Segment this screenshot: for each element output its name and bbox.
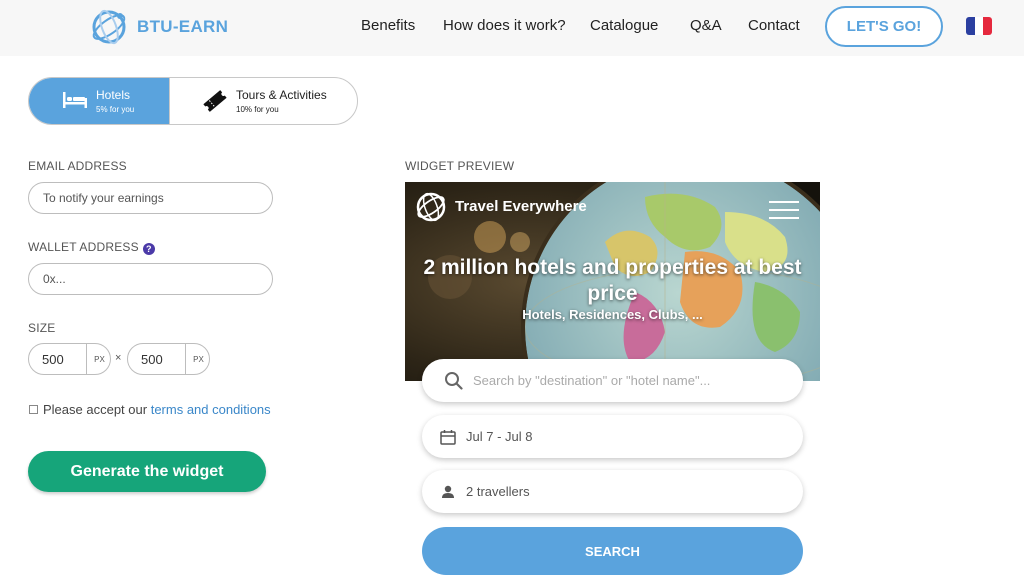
tab-tours[interactable]: Tours & Activities 10% for you bbox=[169, 78, 357, 124]
width-unit: PX bbox=[86, 344, 110, 374]
email-field[interactable]: To notify your earnings bbox=[28, 182, 273, 214]
tab-hotels[interactable]: Hotels 5% for you bbox=[29, 78, 169, 124]
tab-hotels-sub: 5% for you bbox=[96, 105, 135, 114]
terms-text: Please accept our terms and conditions bbox=[43, 402, 271, 417]
widget-travellers-field[interactable]: 2 travellers bbox=[422, 470, 803, 513]
widget-travellers-value: 2 travellers bbox=[466, 484, 530, 499]
wallet-field[interactable]: 0x... bbox=[28, 263, 273, 295]
nav-benefits[interactable]: Benefits bbox=[361, 17, 415, 34]
email-label: EMAIL ADDRESS bbox=[28, 159, 127, 173]
width-value: 500 bbox=[42, 352, 64, 367]
hamburger-menu-icon[interactable] bbox=[769, 201, 799, 225]
help-icon[interactable]: ? bbox=[142, 243, 155, 255]
ticket-icon bbox=[203, 90, 227, 112]
terms-prefix: Please accept our bbox=[43, 402, 148, 417]
globe-logo-icon bbox=[92, 9, 126, 45]
terms-checkbox[interactable] bbox=[29, 405, 38, 414]
nav-how-it-works[interactable]: How does it work? bbox=[443, 17, 566, 34]
person-icon bbox=[440, 484, 456, 500]
nav-catalogue[interactable]: Catalogue bbox=[590, 17, 658, 34]
wallet-label-text: WALLET ADDRESS bbox=[28, 240, 139, 254]
site-header: BTU-EARN Benefits How does it work? Cata… bbox=[0, 0, 1024, 56]
search-icon bbox=[444, 371, 463, 390]
bed-icon bbox=[63, 92, 87, 108]
nav-contact[interactable]: Contact bbox=[748, 17, 800, 34]
widget-search-placeholder: Search by "destination" or "hotel name".… bbox=[473, 373, 711, 388]
widget-subline: Hotels, Residences, Clubs, ... bbox=[522, 307, 703, 322]
width-input[interactable]: 500 PX bbox=[28, 343, 111, 375]
size-label: SIZE bbox=[28, 321, 56, 335]
wallet-label: WALLET ADDRESS? bbox=[28, 240, 155, 255]
widget-hero: Travel Everywhere 2 million hotels and p… bbox=[405, 182, 820, 381]
height-value: 500 bbox=[141, 352, 163, 367]
calendar-icon bbox=[440, 429, 456, 445]
nav-qa[interactable]: Q&A bbox=[690, 17, 722, 34]
lets-go-button[interactable]: LET'S GO! bbox=[825, 6, 943, 47]
logo-text: BTU-EARN bbox=[137, 17, 229, 36]
widget-preview-label: WIDGET PREVIEW bbox=[405, 159, 515, 173]
terms-link[interactable]: terms and conditions bbox=[151, 402, 271, 417]
tab-tours-sub: 10% for you bbox=[236, 105, 279, 114]
widget-dates-value: Jul 7 - Jul 8 bbox=[466, 429, 533, 444]
logo[interactable]: BTU-EARN bbox=[89, 8, 228, 46]
widget-brand-title: Travel Everywhere bbox=[455, 198, 587, 215]
product-toggle: Hotels 5% for you Tours & Activities 10%… bbox=[28, 77, 358, 125]
height-unit: PX bbox=[185, 344, 209, 374]
tab-hotels-label: Hotels bbox=[96, 88, 131, 102]
generate-widget-button[interactable]: Generate the widget bbox=[28, 451, 266, 492]
times-sign: × bbox=[115, 352, 122, 364]
widget-headline: 2 million hotels and properties at best … bbox=[423, 256, 802, 305]
widget-search-input[interactable]: Search by "destination" or "hotel name".… bbox=[422, 359, 803, 402]
widget-search-button[interactable]: SEARCH bbox=[422, 527, 803, 575]
travel-logo-icon bbox=[416, 192, 446, 222]
height-input[interactable]: 500 PX bbox=[127, 343, 210, 375]
french-flag-icon[interactable] bbox=[966, 17, 992, 35]
widget-dates-field[interactable]: Jul 7 - Jul 8 bbox=[422, 415, 803, 458]
tab-tours-label: Tours & Activities bbox=[236, 88, 327, 102]
